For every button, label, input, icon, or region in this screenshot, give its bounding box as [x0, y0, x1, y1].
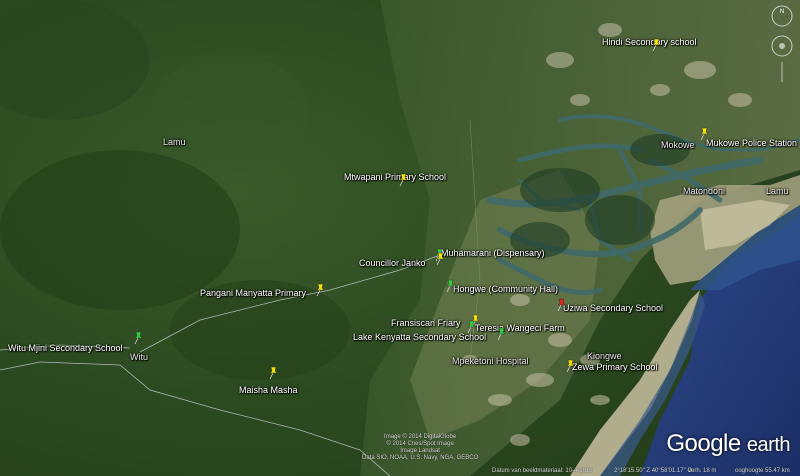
- status-elevation: verh. 18 m: [688, 468, 717, 474]
- marker-label-mukowe-police-station[interactable]: Mukowe Police Station: [706, 138, 797, 148]
- place-label-lamu-district: Lamu: [163, 137, 186, 147]
- pushpin-yellow-icon[interactable]: [699, 127, 709, 141]
- marker-label-witu-mjini-secondary-school[interactable]: Witu Mjini Secondary School: [8, 343, 123, 353]
- marker-label-pangani-manyatta-primary[interactable]: Pangani Manyatta Primary: [200, 288, 306, 298]
- pushpin-green-icon[interactable]: [445, 279, 455, 293]
- place-label-mpeketoni-hospital: Mpeketoni Hospital: [452, 356, 529, 366]
- marker-label-fransiscan-friary[interactable]: Fransiscan Friary: [391, 318, 461, 328]
- marker-label-mtwapani-primary-school[interactable]: Mtwapani Primary School: [344, 172, 446, 182]
- credit-line-digitalglobe: Image © 2014 DigitalGlobe: [384, 434, 457, 440]
- marker-label-teresia-wangeci-farm[interactable]: Teresia Wangeci Farm: [475, 323, 565, 333]
- credit-line-data: Data SIO, NOAA, U.S. Navy, NGA, GEBCO: [362, 455, 479, 461]
- google-earth-logo: Google earth: [666, 430, 790, 458]
- pushpin-green-icon[interactable]: [496, 327, 506, 341]
- place-label-lamu-town: Lamu: [766, 186, 789, 196]
- status-eye-altitude: ooghoogte 55.47 km: [735, 468, 790, 474]
- pushpin-yellow-icon[interactable]: [315, 283, 325, 297]
- pushpin-yellow-icon[interactable]: [268, 366, 278, 380]
- place-label-mokowe: Mokowe: [661, 140, 695, 150]
- navigation-controls[interactable]: N: [770, 4, 794, 84]
- place-label-matondoni: Matondoni: [683, 186, 726, 196]
- marker-label-councillor-janko[interactable]: Councillor Janko: [359, 258, 426, 268]
- status-coordinates: 2°18'15.50" Z 40°58'01.17" O: [614, 468, 693, 474]
- pushpin-yellow-icon[interactable]: [565, 359, 575, 373]
- status-date: Datum van beeldmateriaal: 10-4-2013: [492, 468, 593, 474]
- pushpin-yellow-icon[interactable]: [398, 173, 408, 187]
- satellite-map[interactable]: [0, 0, 800, 476]
- marker-label-zewa-primary-school[interactable]: Zewa Primary School: [572, 362, 658, 372]
- place-label-kiongwe: Kiongwe: [587, 351, 622, 361]
- credit-line-landsat: Image Landsat: [400, 448, 440, 454]
- marker-label-maisha-masha[interactable]: Maisha Masha: [239, 385, 298, 395]
- logo-google-text: Google: [666, 430, 741, 457]
- imagery-credits: Image © 2014 DigitalGlobe © 2014 Cnes/Sp…: [362, 434, 478, 462]
- pushpin-yellow-icon[interactable]: [651, 38, 661, 52]
- marker-label-hongwe-community-hall[interactable]: Hongwe (Community Hall): [453, 284, 558, 294]
- logo-earth-text: earth: [746, 434, 791, 456]
- place-label-witu: Witu: [130, 352, 148, 362]
- pushpin-yellow-icon[interactable]: [435, 252, 445, 266]
- marker-label-uziwa-secondary-school[interactable]: Uziwa Secondary School: [563, 303, 663, 313]
- pushpin-red-icon[interactable]: [556, 298, 566, 312]
- credit-line-cnes: © 2014 Cnes/Spot Image: [386, 441, 454, 447]
- pushpin-green-icon[interactable]: [133, 331, 143, 345]
- marker-label-hindi-secondary-school[interactable]: Hindi Secondary school: [602, 37, 697, 47]
- pushpin-green-icon[interactable]: [466, 320, 476, 334]
- svg-text:N: N: [780, 9, 784, 15]
- marker-label-muhamarani-dispensary[interactable]: Muhamarani (Dispensary): [441, 248, 545, 258]
